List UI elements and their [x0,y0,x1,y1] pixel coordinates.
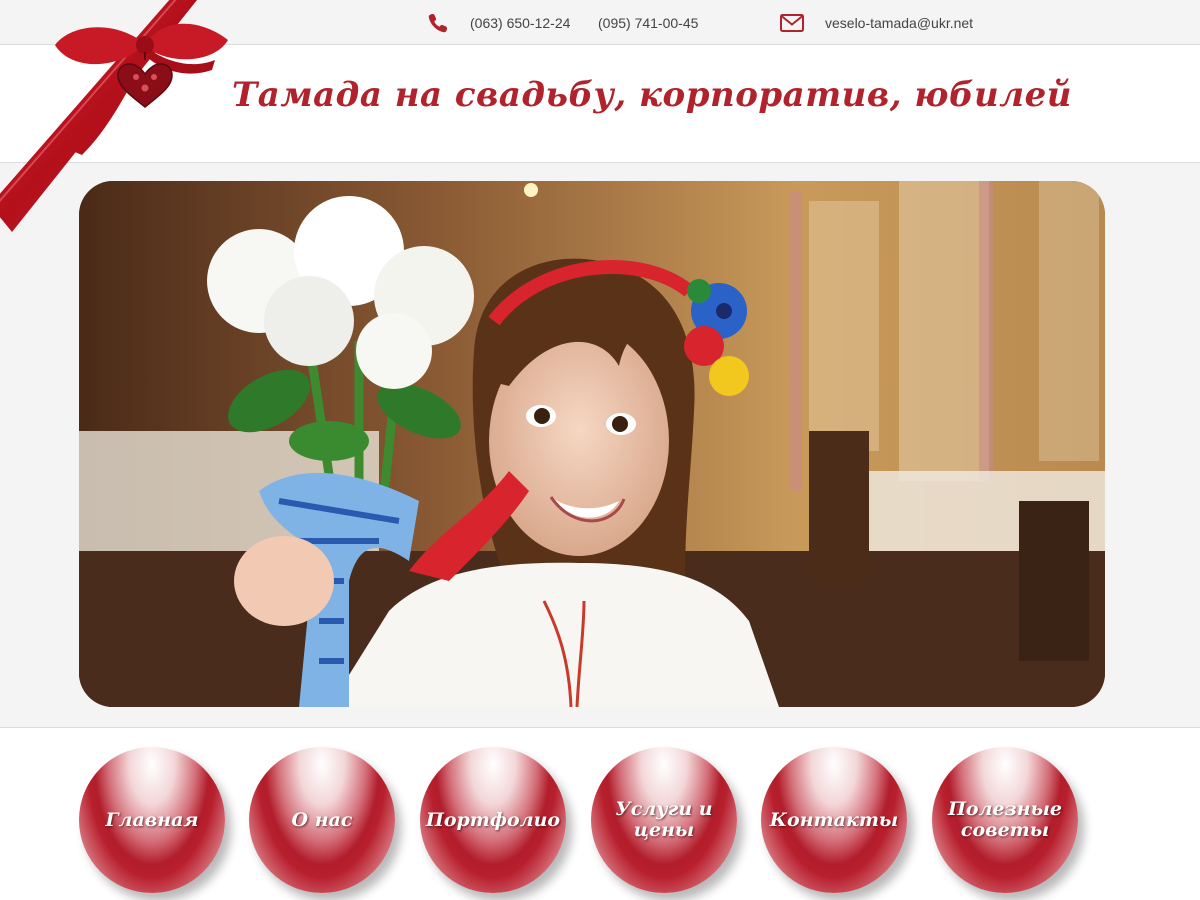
phone-1-text: (063) 650-12-24 [470,14,571,31]
nav-band: Главная О нас Портфолио Услуги и цены Ко… [0,727,1200,900]
ribbon-heart-decoration [0,0,228,232]
nav-portfolio-button[interactable]: Портфолио [420,747,566,893]
nav-tips-button[interactable]: Полезные советы [932,747,1078,893]
email-text: veselo-tamada@ukr.net [825,14,974,31]
nav-tips-label: Полезные советы [947,798,1063,841]
nav-services-label: Услуги и цены [615,798,713,841]
hero-photo [79,181,1105,707]
mail-icon [780,13,804,32]
nav-portfolio-label: Портфолио [425,808,561,831]
phone-1[interactable]: (063) 650-12-24 [428,0,570,45]
phone-icon [428,13,447,32]
site-title: Тамада на свадьбу, корпоратив, юбилей [232,75,1072,115]
email-link[interactable]: veselo-tamada@ukr.net [780,0,973,45]
nav-about-label: О нас [291,808,353,831]
nav-services-button[interactable]: Услуги и цены [591,747,737,893]
nav-home-label: Главная [105,808,199,831]
nav-contacts-label: Контакты [769,808,899,831]
nav-contacts-button[interactable]: Контакты [761,747,907,893]
phone-2-text: (095) 741-00-45 [598,14,699,31]
phone-2[interactable]: (095) 741-00-45 [598,0,698,45]
nav-home-button[interactable]: Главная [79,747,225,893]
nav-about-button[interactable]: О нас [249,747,395,893]
girl-with-flowers-photo [79,181,1105,707]
